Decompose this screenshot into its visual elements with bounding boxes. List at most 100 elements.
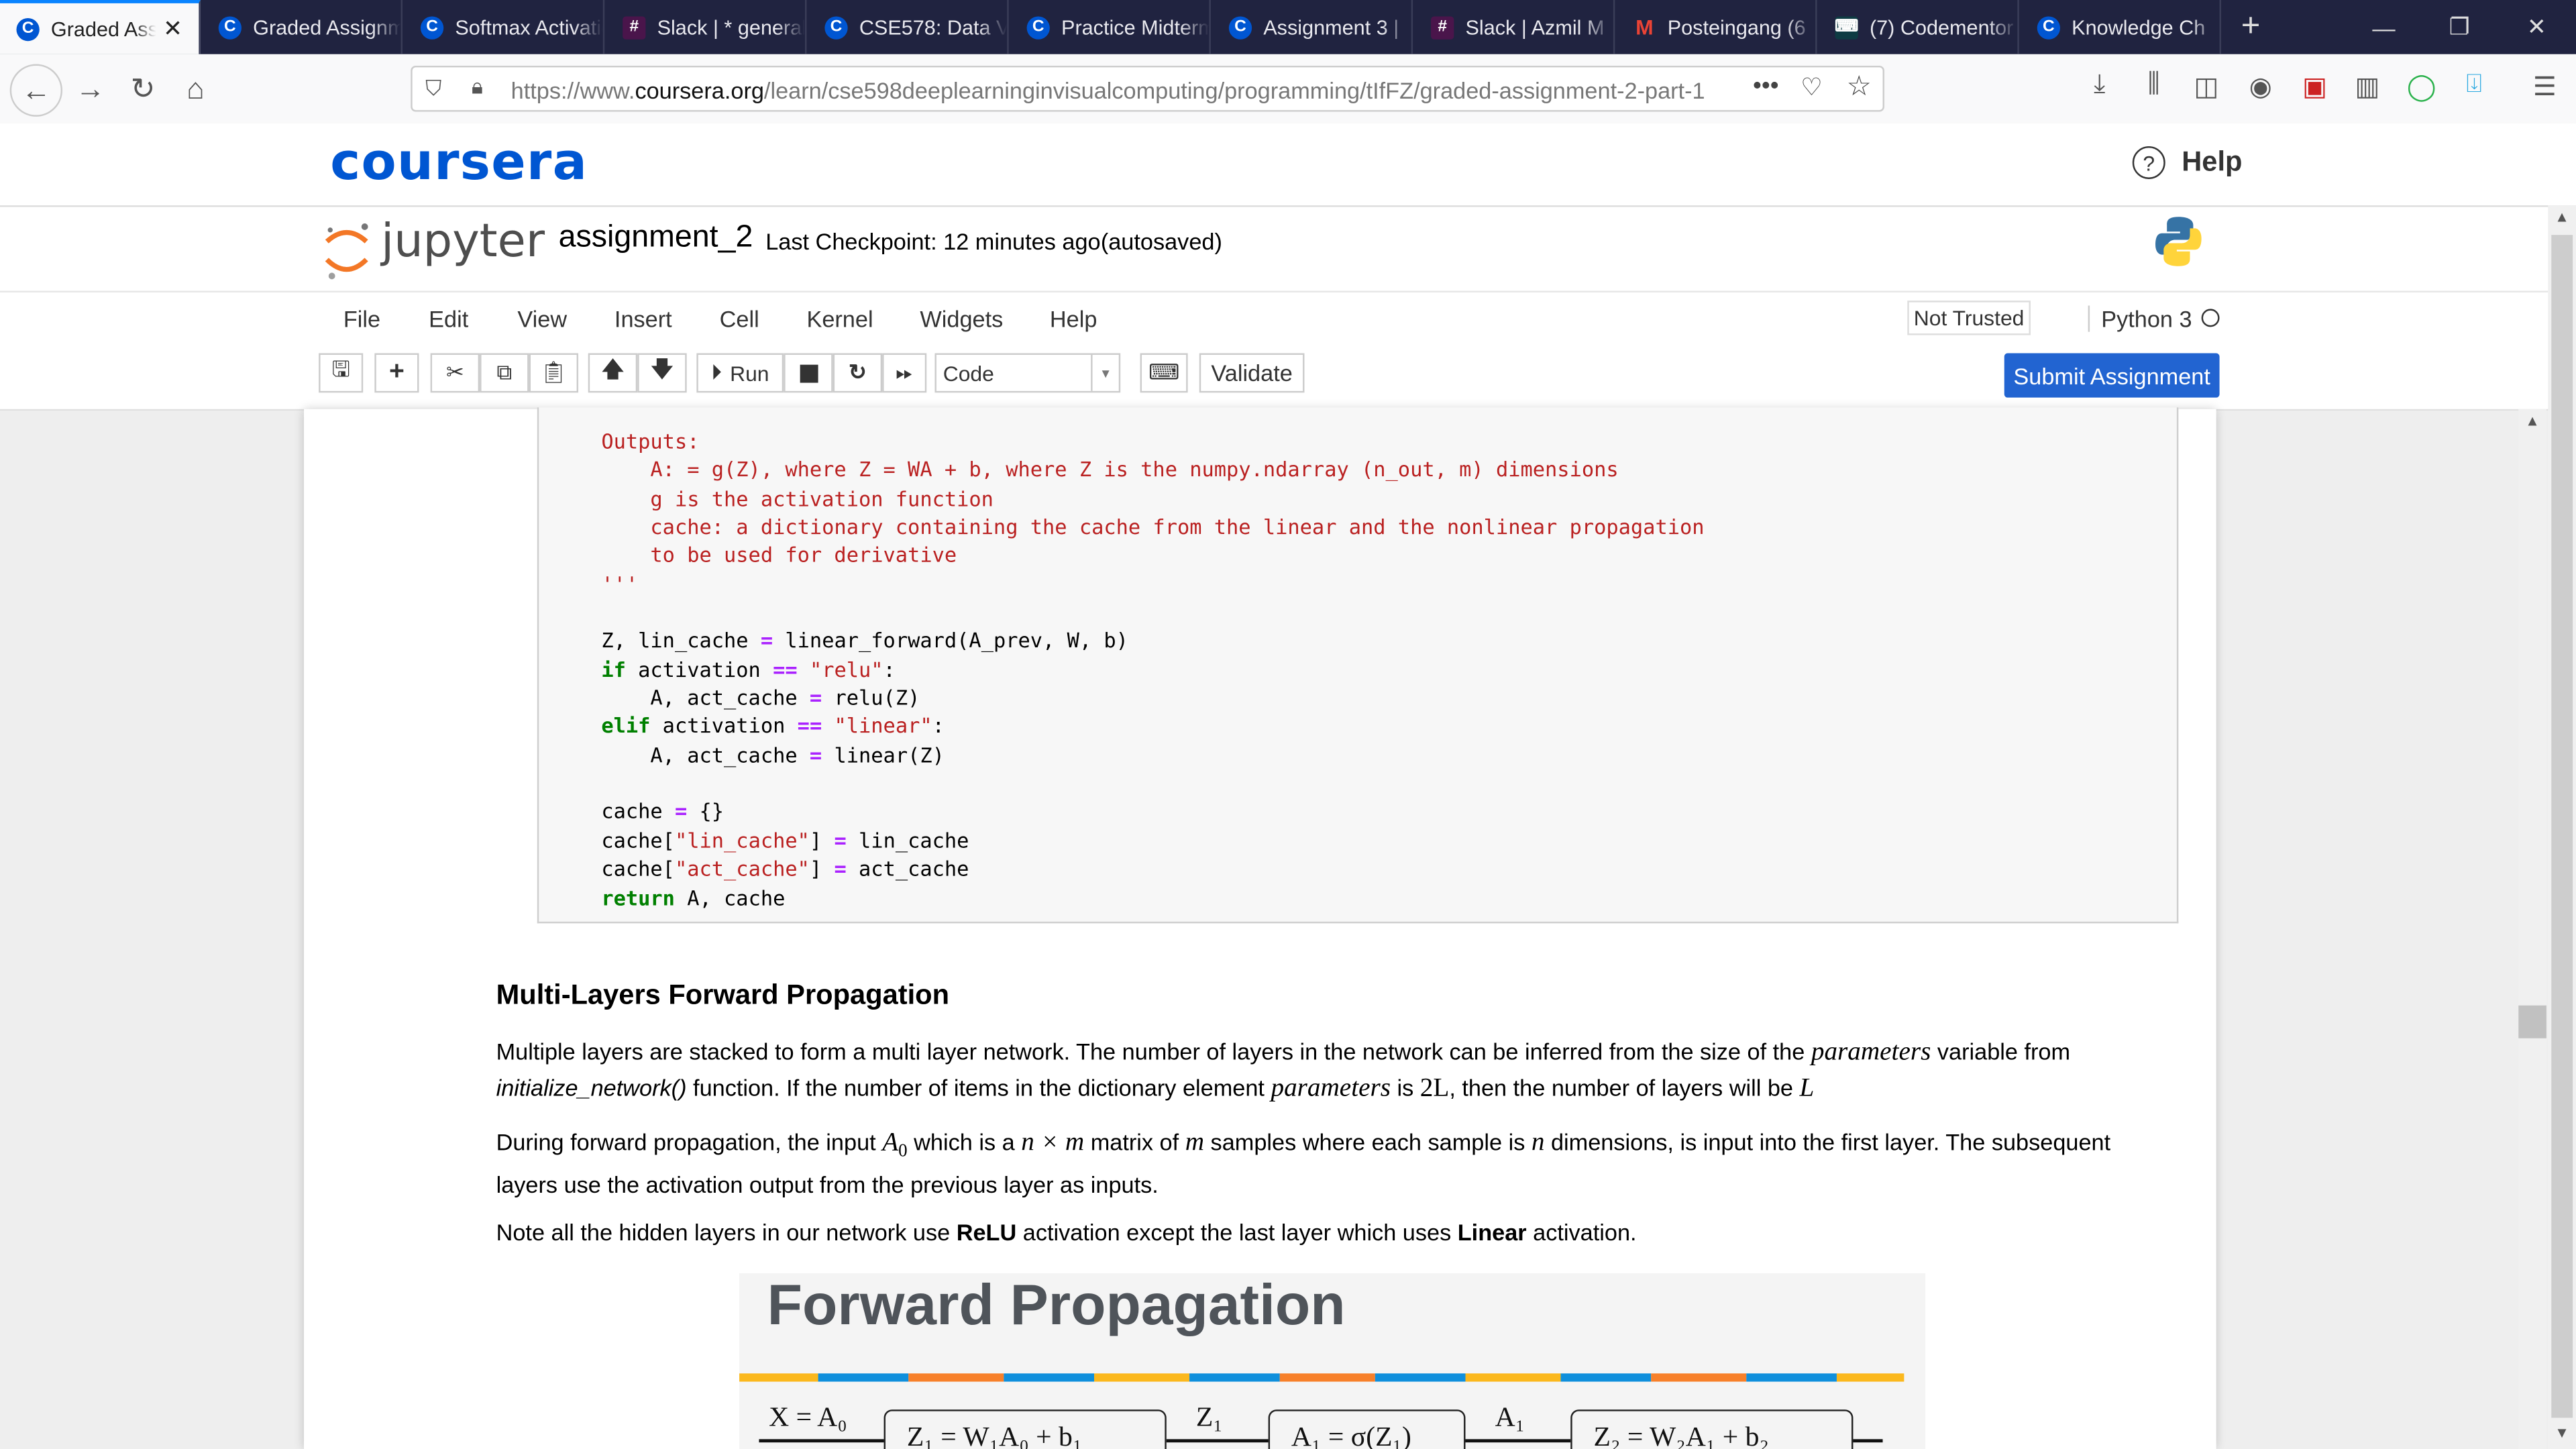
coursera-logo[interactable]: coursera xyxy=(330,133,588,192)
menu-edit[interactable]: Edit xyxy=(429,306,468,332)
page-scrollbar[interactable]: ▲ ▼ xyxy=(2548,205,2576,1449)
stripe-segment xyxy=(1094,1373,1190,1382)
minimize-icon[interactable]: — xyxy=(2346,0,2422,54)
code-line: A, act_cache = linear(Z) xyxy=(601,741,1704,769)
arrow xyxy=(1166,1439,1269,1443)
download-icon[interactable]: ⤓ xyxy=(2080,70,2119,100)
browser-tab[interactable]: C Assignment 3 | xyxy=(1212,0,1413,54)
menu-help[interactable]: Help xyxy=(1050,306,1097,332)
extension-icon[interactable]: ▣ xyxy=(2295,70,2334,103)
insert-cell-button[interactable]: + xyxy=(374,353,419,393)
move-down-button[interactable]: 🡇 xyxy=(637,353,687,393)
menu-cell[interactable]: Cell xyxy=(720,306,759,332)
arrow xyxy=(1853,1439,1883,1443)
move-up-button[interactable]: 🡅 xyxy=(588,353,638,393)
copy-button[interactable]: ⧉ xyxy=(480,353,529,393)
paste-icon: 📋︎ xyxy=(540,360,568,385)
menu-file[interactable]: File xyxy=(343,306,380,332)
cell-type-select[interactable]: Code ▾ xyxy=(934,353,1121,393)
url-bar[interactable]: ⛉ 🔒︎ https://www.coursera.org/learn/cse5… xyxy=(411,65,1884,112)
back-button[interactable]: ← xyxy=(9,64,63,117)
notebook-scrollbar[interactable]: ▲ xyxy=(2518,409,2546,1449)
menu-widgets[interactable]: Widgets xyxy=(920,306,1003,332)
scroll-up-icon[interactable]: ▲ xyxy=(2555,209,2569,225)
sidebar-icon[interactable]: ◫ xyxy=(2187,70,2226,103)
scrollbar-thumb[interactable] xyxy=(2551,235,2573,1418)
jupyter-toolbar: 🖫 + ✂ ⧉ 📋︎ 🡅 🡇 ⏵ Run ↻ ⏩︎ Code ▾ ⌨ Validat… xyxy=(0,341,2548,411)
restart-icon: ↻ xyxy=(849,360,867,385)
stripe-segment xyxy=(739,1373,818,1382)
code-token: "lin_cache" xyxy=(674,827,810,853)
notebook-name[interactable]: assignment_2 xyxy=(559,220,753,256)
menu-insert[interactable]: Insert xyxy=(614,306,672,332)
extension-blue-icon[interactable]: ⍗ xyxy=(2455,70,2494,100)
library-icon[interactable]: ⫼ xyxy=(2134,70,2174,100)
command-palette-button[interactable]: ⌨ xyxy=(1140,353,1188,393)
home-button[interactable]: ⌂ xyxy=(171,64,220,113)
scroll-down-icon[interactable]: ▼ xyxy=(2555,1424,2569,1440)
interrupt-button[interactable] xyxy=(784,353,833,393)
validate-button[interactable]: Validate xyxy=(1199,353,1305,393)
tab-label: (7) Codementor xyxy=(1869,15,2014,39)
code-editor[interactable]: Outputs: A: = g(Z), where Z = WA + b, wh… xyxy=(601,427,1704,912)
stripe-segment xyxy=(908,1373,1004,1382)
browser-tab[interactable]: C Graded Assignment ✕ xyxy=(0,0,201,54)
code-token: A, act_cache xyxy=(601,742,810,767)
paste-button[interactable]: 📋︎ xyxy=(529,353,579,393)
scissors-icon: ✂ xyxy=(446,360,464,385)
code-token: linear_forward(A_prev, W, b) xyxy=(773,628,1128,653)
browser-tab[interactable]: C Softmax Activation xyxy=(404,0,605,54)
bookmark-star-icon[interactable]: ☆ xyxy=(1847,70,1872,103)
browser-tab[interactable]: ⌨ (7) Codementor xyxy=(1819,0,2019,54)
tab-label: Posteingang (6 xyxy=(1667,15,1806,39)
run-button[interactable]: ⏵ Run xyxy=(696,353,784,393)
restore-icon[interactable]: ❐ xyxy=(2422,0,2498,54)
run-label: Run xyxy=(730,360,769,386)
account-icon[interactable]: ◉ xyxy=(2241,70,2280,103)
extension-green-icon[interactable]: ◯ xyxy=(2402,70,2441,103)
not-trusted-badge[interactable]: Not Trusted xyxy=(1907,301,2031,335)
menu-kernel[interactable]: Kernel xyxy=(806,306,873,332)
pocket-icon[interactable]: ♡ xyxy=(1801,72,1823,102)
browser-tab[interactable]: C CSE578: Data Vis xyxy=(808,0,1009,54)
menu-icon[interactable]: ☰ xyxy=(2525,70,2565,103)
code-token: ] xyxy=(809,856,835,881)
more-actions-icon[interactable]: ••• xyxy=(1753,72,1779,101)
browser-tab[interactable]: C Practice Midterm xyxy=(1010,0,1211,54)
stripe-segment xyxy=(1004,1373,1095,1382)
scroll-up-icon[interactable]: ▲ xyxy=(2525,413,2540,429)
restart-button[interactable]: ↻ xyxy=(833,353,883,393)
coursera-header: coursera ? Help xyxy=(0,123,2576,207)
forward-button[interactable]: → xyxy=(66,64,115,113)
code-line: elif activation == "linear": xyxy=(601,712,1704,740)
code-token: ''' xyxy=(601,571,639,596)
restart-run-all-button[interactable]: ⏩︎ xyxy=(882,353,927,393)
close-window-icon[interactable]: ✕ xyxy=(2499,0,2575,54)
extension-grid-icon[interactable]: ▥ xyxy=(2348,70,2387,103)
new-tab-icon[interactable]: + xyxy=(2213,0,2289,54)
browser-tab[interactable]: M Posteingang (6 xyxy=(1617,0,1817,54)
coursera-icon: C xyxy=(16,17,40,41)
close-tab-icon[interactable]: ✕ xyxy=(163,15,182,43)
code-token: = xyxy=(674,799,688,824)
jupyter-menu-bar: File Edit View Insert Cell Kernel Widgets Help … xyxy=(0,290,2548,343)
browser-tab[interactable]: # Slack | Azmil M xyxy=(1415,0,1615,54)
browser-tab[interactable]: C Graded Assignment xyxy=(202,0,403,54)
browser-tab[interactable]: C Knowledge Ch xyxy=(2021,0,2222,54)
code-token: g is the activation function xyxy=(601,486,994,511)
menu-view[interactable]: View xyxy=(517,306,567,332)
stripe-segment xyxy=(1189,1373,1280,1382)
stripe-segment xyxy=(1560,1373,1652,1382)
code-cell[interactable]: Outputs: A: = g(Z), where Z = WA + b, wh… xyxy=(537,407,2179,924)
save-button[interactable]: 🖫 xyxy=(319,353,364,393)
codementor-icon: ⌨ xyxy=(1835,15,1858,39)
forward-propagation-figure: Forward Propagation X = A₀ Z₁ = W₁A₀ + b… xyxy=(739,1273,1926,1449)
submit-assignment-button[interactable]: Submit Assignment xyxy=(2004,353,2220,398)
browser-tab[interactable]: # Slack | * general xyxy=(606,0,807,54)
scrollbar-thumb[interactable] xyxy=(2518,1005,2546,1038)
help-button[interactable]: ? Help xyxy=(2132,146,2242,179)
reload-button[interactable]: ↻ xyxy=(118,64,167,113)
cut-button[interactable]: ✂ xyxy=(430,353,480,393)
coursera-icon: C xyxy=(420,15,444,39)
